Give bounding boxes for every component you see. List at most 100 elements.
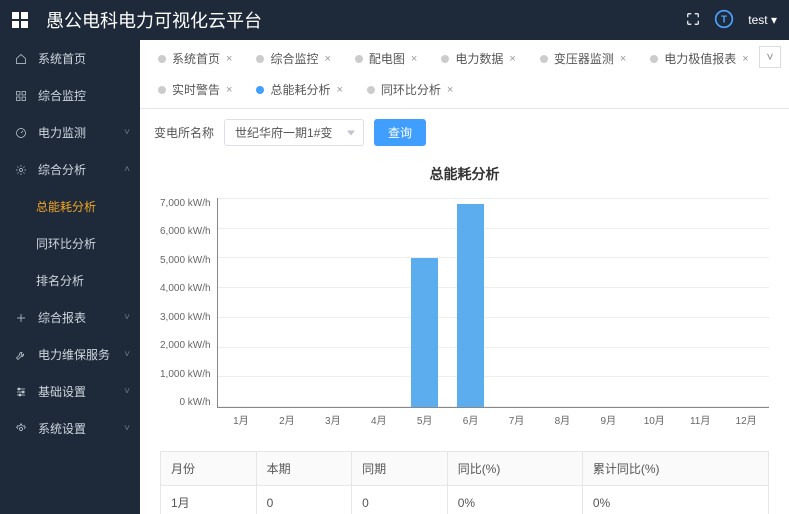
sidebar-item-label: 基础设置 bbox=[38, 383, 86, 400]
table-header: 同比(%) bbox=[447, 452, 582, 486]
x-tick: 10月 bbox=[631, 408, 677, 427]
tab-label: 实时警告 bbox=[172, 81, 220, 98]
logo-icon: T bbox=[714, 9, 734, 32]
sidebar-item-label: 系统设置 bbox=[38, 420, 86, 437]
cog-icon bbox=[14, 422, 28, 436]
bar-slot bbox=[723, 198, 769, 407]
filter-bar: 变电所名称 世纪华府一期1#变 查询 bbox=[140, 109, 789, 156]
tab-label: 电力数据 bbox=[455, 50, 503, 67]
close-icon[interactable]: × bbox=[226, 53, 232, 65]
y-tick: 0 kW/h bbox=[179, 397, 210, 408]
bar-slot bbox=[218, 198, 264, 407]
table-cell: 0% bbox=[447, 486, 582, 514]
plot-area bbox=[217, 198, 769, 408]
table-cell: 0 bbox=[256, 486, 352, 514]
sidebar-item[interactable]: 系统设置˅ bbox=[0, 410, 140, 447]
tab[interactable]: 综合监控 × bbox=[246, 46, 340, 71]
gear-icon bbox=[14, 163, 28, 177]
data-table: 月份本期同期同比(%)累计同比(%)1月000%0%2月000%0% bbox=[160, 451, 769, 514]
y-tick: 4,000 kW/h bbox=[160, 283, 211, 294]
y-tick: 5,000 kW/h bbox=[160, 255, 211, 266]
user-menu[interactable]: test ▾ bbox=[748, 13, 777, 27]
close-icon[interactable]: × bbox=[336, 84, 342, 96]
chevron-icon: ˅ bbox=[124, 312, 130, 323]
table-cell: 1月 bbox=[161, 486, 257, 514]
wrench-icon bbox=[14, 348, 28, 362]
close-icon[interactable]: × bbox=[226, 84, 232, 96]
bar-slot bbox=[355, 198, 401, 407]
tab-dot-icon bbox=[256, 55, 264, 63]
bar-slot bbox=[539, 198, 585, 407]
bar[interactable] bbox=[457, 204, 485, 407]
tab[interactable]: 电力数据 × bbox=[431, 46, 525, 71]
sidebar-item[interactable]: 系统首页 bbox=[0, 40, 140, 77]
close-icon[interactable]: × bbox=[447, 84, 453, 96]
bar[interactable] bbox=[411, 258, 439, 407]
close-icon[interactable]: × bbox=[620, 53, 626, 65]
sidebar-item[interactable]: 基础设置˅ bbox=[0, 373, 140, 410]
y-tick: 1,000 kW/h bbox=[160, 369, 211, 380]
y-tick: 7,000 kW/h bbox=[160, 198, 211, 209]
sidebar-item[interactable]: 电力监测˅ bbox=[0, 114, 140, 151]
table-header: 累计同比(%) bbox=[582, 452, 768, 486]
sidebar-item[interactable]: 同环比分析 bbox=[0, 225, 140, 262]
table-cell: 0 bbox=[352, 486, 448, 514]
tab-dot-icon bbox=[256, 86, 264, 94]
bar-slot bbox=[493, 198, 539, 407]
sidebar-item-label: 总能耗分析 bbox=[36, 198, 96, 215]
tab-dot-icon bbox=[355, 55, 363, 63]
tab[interactable]: 总能耗分析× bbox=[246, 77, 352, 102]
chevron-icon: ˄ bbox=[124, 164, 130, 175]
tabs-more-button[interactable]: ˅ bbox=[759, 46, 781, 68]
tab[interactable]: 系统首页 × bbox=[148, 46, 242, 71]
x-tick: 11月 bbox=[677, 408, 723, 427]
tab[interactable]: 实时警告 × bbox=[148, 77, 242, 102]
table-row: 1月000%0% bbox=[161, 486, 769, 514]
filter-label: 变电所名称 bbox=[154, 124, 214, 141]
app-title: 愚公电科电力可视化云平台 bbox=[46, 7, 686, 33]
y-tick: 6,000 kW/h bbox=[160, 226, 211, 237]
tab[interactable]: 变压器监测 × bbox=[530, 46, 636, 71]
x-tick: 4月 bbox=[356, 408, 402, 427]
x-tick: 7月 bbox=[494, 408, 540, 427]
x-tick: 12月 bbox=[723, 408, 769, 427]
tab-dot-icon bbox=[650, 55, 658, 63]
close-icon[interactable]: × bbox=[324, 53, 330, 65]
sidebar-item[interactable]: 电力维保服务˅ bbox=[0, 336, 140, 373]
fullscreen-icon[interactable] bbox=[686, 12, 700, 29]
tab-dot-icon bbox=[367, 86, 375, 94]
sidebar-item[interactable]: 综合监控 bbox=[0, 77, 140, 114]
close-icon[interactable]: × bbox=[509, 53, 515, 65]
apps-icon[interactable] bbox=[12, 12, 28, 28]
tab-label: 变压器监测 bbox=[554, 50, 614, 67]
tab[interactable]: 电力极值报表 × bbox=[640, 46, 758, 71]
station-select[interactable]: 世纪华府一期1#变 bbox=[224, 119, 364, 146]
x-tick: 5月 bbox=[402, 408, 448, 427]
sidebar-item-label: 电力监测 bbox=[38, 124, 86, 141]
tab-bar: 系统首页×综合监控×配电图×电力数据×变压器监测×电力极值报表×实时警告×总能耗… bbox=[140, 40, 789, 109]
tab[interactable]: 同环比分析× bbox=[357, 77, 463, 102]
bar-slot bbox=[677, 198, 723, 407]
chart-scroll: 总能耗分析 7,000 kW/h6,000 kW/h5,000 kW/h4,00… bbox=[140, 156, 789, 514]
x-tick: 9月 bbox=[585, 408, 631, 427]
tab[interactable]: 配电图× bbox=[345, 46, 427, 71]
sidebar-item-label: 同环比分析 bbox=[36, 235, 96, 252]
sidebar: 系统首页综合监控电力监测˅综合分析˄总能耗分析同环比分析排名分析综合报表˅电力维… bbox=[0, 40, 140, 514]
tab-label: 系统首页 bbox=[172, 50, 220, 67]
sidebar-item[interactable]: 排名分析 bbox=[0, 262, 140, 299]
table-cell: 0% bbox=[582, 486, 768, 514]
sidebar-item[interactable]: 总能耗分析 bbox=[0, 188, 140, 225]
tab-label: 电力极值报表 bbox=[664, 50, 736, 67]
plus-icon bbox=[14, 311, 28, 325]
close-icon[interactable]: × bbox=[411, 53, 417, 65]
sidebar-item[interactable]: 综合分析 ˄ bbox=[0, 151, 140, 188]
close-icon[interactable]: × bbox=[742, 53, 748, 65]
table-header: 同期 bbox=[352, 452, 448, 486]
meter-icon bbox=[14, 126, 28, 140]
sidebar-item-label: 综合分析 bbox=[38, 161, 86, 178]
tab-label: 综合监控 bbox=[270, 50, 318, 67]
bar-slot bbox=[401, 198, 447, 407]
query-button[interactable]: 查询 bbox=[374, 119, 426, 146]
sidebar-item[interactable]: 综合报表˅ bbox=[0, 299, 140, 336]
bar-slot bbox=[585, 198, 631, 407]
